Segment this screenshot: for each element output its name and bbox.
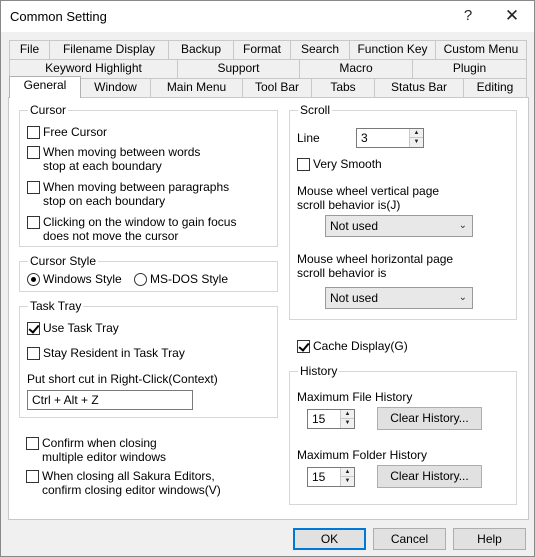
free-cursor-checkbox[interactable] xyxy=(27,126,40,139)
confirm-close-checkbox[interactable] xyxy=(26,437,39,450)
vertical-scroll-select[interactable]: Not used ⌄ xyxy=(325,215,473,237)
confirm-close-label-1: Confirm when closing xyxy=(42,436,157,450)
common-setting-dialog: Common Setting ? ✕ File Filename Display… xyxy=(0,0,535,557)
confirm-close-all-label-1: When closing all Sakura Editors, xyxy=(42,469,215,483)
vertical-scroll-label-1: Mouse wheel vertical page xyxy=(297,184,440,198)
msdos-style-label: MS-DOS Style xyxy=(150,272,229,286)
tab-tabs[interactable]: Tabs xyxy=(311,78,375,97)
paragraph-boundary-label-2: stop on each boundary xyxy=(43,194,166,208)
window-title: Common Setting xyxy=(10,9,107,24)
horizontal-scroll-label-1: Mouse wheel horizontal page xyxy=(297,252,454,266)
spin-down-icon[interactable]: ▼ xyxy=(341,477,354,486)
max-file-history-label: Maximum File History xyxy=(297,390,413,404)
tab-format[interactable]: Format xyxy=(233,40,291,59)
tab-filename-display[interactable]: Filename Display xyxy=(49,40,169,59)
chevron-down-icon: ⌄ xyxy=(458,220,467,231)
shortcut-hotkey-field[interactable]: Ctrl + Alt + Z xyxy=(27,390,193,410)
confirm-close-label-2: multiple editor windows xyxy=(42,450,167,464)
max-file-history-spinner[interactable]: ▲ ▼ xyxy=(340,410,354,428)
tab-function-key[interactable]: Function Key xyxy=(349,40,436,59)
spin-up-icon[interactable]: ▲ xyxy=(341,410,354,419)
horizontal-scroll-select[interactable]: Not used ⌄ xyxy=(325,287,473,309)
use-task-tray-checkbox[interactable] xyxy=(27,322,40,335)
help-icon[interactable]: ? xyxy=(453,5,483,27)
tab-status-bar[interactable]: Status Bar xyxy=(374,78,464,97)
very-smooth-label: Very Smooth xyxy=(313,157,382,171)
free-cursor-label: Free Cursor xyxy=(43,125,108,139)
clear-file-history-button[interactable]: Clear History... xyxy=(377,407,482,430)
word-boundary-checkbox[interactable] xyxy=(27,146,40,159)
cursor-group: Cursor Free Cursor When moving between w… xyxy=(19,103,278,247)
task-tray-group: Task Tray Use Task Tray Stay Resident in… xyxy=(19,299,278,418)
word-boundary-label-1: When moving between words xyxy=(43,145,201,159)
windows-style-radio[interactable] xyxy=(27,273,40,286)
max-folder-history-label: Maximum Folder History xyxy=(297,448,428,462)
paragraph-boundary-checkbox[interactable] xyxy=(27,181,40,194)
paragraph-boundary-label-1: When moving between paragraphs xyxy=(43,180,230,194)
chevron-down-icon: ⌄ xyxy=(458,292,467,303)
tab-plugin[interactable]: Plugin xyxy=(412,59,527,78)
vertical-scroll-value: Not used xyxy=(330,219,379,233)
tab-backup[interactable]: Backup xyxy=(168,40,234,59)
cache-display-checkbox[interactable] xyxy=(297,340,310,353)
focus-click-label-2: does not move the cursor xyxy=(43,229,179,243)
spin-down-icon[interactable]: ▼ xyxy=(341,419,354,428)
horizontal-scroll-label-2: scroll behavior is xyxy=(297,266,387,280)
max-folder-history-spinner[interactable]: ▲ ▼ xyxy=(340,468,354,486)
cursor-style-group: Cursor Style Windows Style MS-DOS Style xyxy=(19,254,278,292)
tab-macro[interactable]: Macro xyxy=(299,59,413,78)
spin-up-icon[interactable]: ▲ xyxy=(410,129,423,138)
tab-general[interactable]: General xyxy=(9,76,81,98)
very-smooth-checkbox[interactable] xyxy=(297,158,310,171)
spin-down-icon[interactable]: ▼ xyxy=(410,138,423,147)
scroll-title: Scroll xyxy=(298,103,333,117)
confirm-close-all-checkbox[interactable] xyxy=(26,470,39,483)
spin-up-icon[interactable]: ▲ xyxy=(341,468,354,477)
confirm-close-all-label-2: confirm closing editor windows(V) xyxy=(42,483,221,497)
focus-click-label-1: Clicking on the window to gain focus xyxy=(43,215,237,229)
windows-style-label: Windows Style xyxy=(43,272,122,286)
clear-folder-history-button[interactable]: Clear History... xyxy=(377,465,482,488)
tab-custom-menu[interactable]: Custom Menu xyxy=(435,40,527,59)
use-task-tray-label: Use Task Tray xyxy=(43,321,119,335)
tab-support[interactable]: Support xyxy=(177,59,300,78)
title-bar: Common Setting ? ✕ xyxy=(1,1,534,32)
tab-main-menu[interactable]: Main Menu xyxy=(150,78,243,97)
shortcut-label: Put short cut in Right-Click(Context) xyxy=(27,372,218,386)
focus-click-checkbox[interactable] xyxy=(27,216,40,229)
tab-search[interactable]: Search xyxy=(290,40,350,59)
cursor-style-title: Cursor Style xyxy=(28,254,99,268)
tab-file[interactable]: File xyxy=(9,40,50,59)
scroll-group: Scroll Line 3 ▲ ▼ Very Smooth Mouse whee… xyxy=(289,103,517,320)
tab-tool-bar[interactable]: Tool Bar xyxy=(242,78,312,97)
close-icon[interactable]: ✕ xyxy=(497,5,527,27)
tab-editing[interactable]: Editing xyxy=(463,78,527,97)
msdos-style-radio[interactable] xyxy=(134,273,147,286)
task-tray-title: Task Tray xyxy=(28,299,84,313)
stay-resident-label: Stay Resident in Task Tray xyxy=(43,346,185,360)
tab-window[interactable]: Window xyxy=(80,78,151,97)
history-group: History Maximum File History 15 ▲ ▼ Clea… xyxy=(289,364,517,505)
cursor-group-title: Cursor xyxy=(28,103,69,117)
history-title: History xyxy=(298,364,340,378)
cache-display-label: Cache Display(G) xyxy=(313,339,408,353)
line-spinner[interactable]: ▲ ▼ xyxy=(409,129,423,147)
help-button[interactable]: Help xyxy=(453,528,526,550)
vertical-scroll-label-2: scroll behavior is(J) xyxy=(297,198,401,212)
general-panel: Cursor Free Cursor When moving between w… xyxy=(8,97,529,520)
cancel-button[interactable]: Cancel xyxy=(373,528,446,550)
stay-resident-checkbox[interactable] xyxy=(27,347,40,360)
word-boundary-label-2: stop at each boundary xyxy=(43,159,162,173)
ok-button[interactable]: OK xyxy=(293,528,366,550)
line-label: Line xyxy=(297,131,320,145)
horizontal-scroll-value: Not used xyxy=(330,291,379,305)
